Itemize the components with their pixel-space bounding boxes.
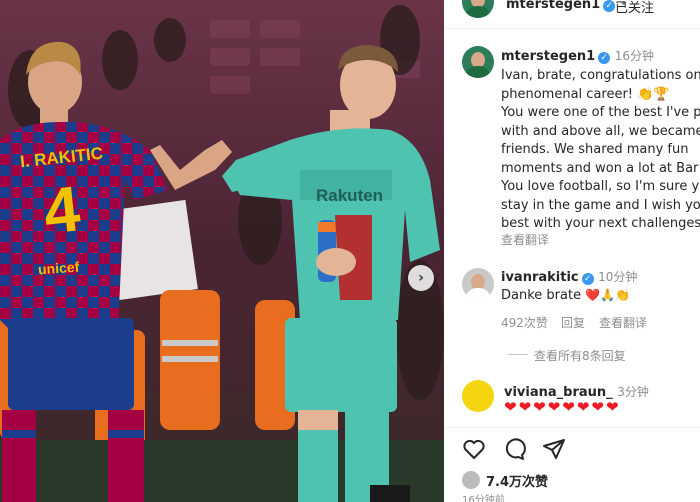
heart-outline-icon[interactable]	[462, 437, 486, 461]
jersey-number-text: 4	[40, 172, 84, 248]
paper-plane-icon[interactable]	[542, 437, 566, 461]
comment-see-translation[interactable]: 查看翻译	[599, 314, 647, 331]
caption-see-translation[interactable]: 查看翻译	[501, 231, 549, 248]
comment-avatar[interactable]	[462, 268, 494, 300]
comment-bubble-icon[interactable]	[502, 437, 526, 461]
caption-time: 16分钟	[614, 49, 654, 63]
comment-text: ❤❤❤❤❤❤❤❤	[504, 398, 621, 416]
divider	[444, 427, 700, 428]
next-photo-button[interactable]: ›	[408, 265, 434, 291]
verified-badge-icon: ✓	[598, 52, 611, 64]
caption-username[interactable]: mterstegen1 ✓ 16分钟	[501, 47, 654, 64]
post-header: mterstegen1 ✓ • 已关注	[444, 0, 700, 29]
post-time: 16分钟前	[462, 495, 505, 502]
likes-count[interactable]: 7.4万次赞	[486, 471, 548, 490]
verified-badge-icon: ✓	[581, 273, 594, 285]
comment-username[interactable]: ivanrakitic ✓ 10分钟	[501, 268, 637, 285]
view-replies-link[interactable]: 查看所有8条回复	[508, 347, 626, 364]
post-photo-illustration	[0, 0, 444, 502]
comment-time: 3分钟	[617, 385, 649, 399]
comment-reply-button[interactable]: 回复	[561, 314, 585, 331]
jersey-sponsor-left-text: unicef	[37, 258, 80, 278]
comment-likes[interactable]: 492次赞	[501, 314, 548, 331]
liker-avatar	[462, 471, 480, 489]
comment-emojis: ❤️🙏👏	[585, 288, 631, 302]
caption-text: Ivan, brate, congratulations on phenomen…	[501, 68, 700, 231]
follow-status-button[interactable]: 已关注	[615, 0, 654, 16]
comment-text: Danke brate ❤️🙏👏	[501, 288, 631, 303]
jersey-sponsor-right-text: Rakuten	[316, 186, 384, 205]
author-avatar[interactable]	[462, 0, 494, 18]
chevron-right-icon: ›	[418, 270, 424, 286]
post-photo[interactable]: I. RAKITIC 4 unicef Rakuten ›	[0, 0, 444, 502]
author-username[interactable]: mterstegen1 ✓ •	[506, 0, 627, 12]
verified-badge-icon: ✓	[603, 0, 616, 12]
caption-avatar[interactable]	[462, 46, 494, 78]
post-sidebar: mterstegen1 ✓ • 已关注 mterstegen1 ✓ 16分钟 Iva…	[444, 0, 700, 502]
comment-avatar[interactable]	[462, 380, 494, 412]
comment-time: 10分钟	[598, 270, 638, 284]
